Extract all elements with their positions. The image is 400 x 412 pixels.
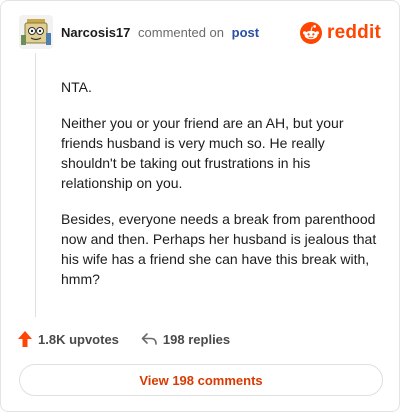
- view-comments-button[interactable]: View 198 comments: [19, 364, 383, 396]
- upvote-count: 1.8K upvotes: [38, 331, 119, 347]
- comment-paragraph: Besides, everyone needs a break from par…: [61, 211, 377, 287]
- upvote-button[interactable]: 1.8K upvotes: [18, 331, 119, 347]
- reddit-logo-icon: [300, 22, 323, 44]
- thread-line[interactable]: [35, 53, 36, 317]
- avatar[interactable]: [19, 15, 53, 49]
- action-text: commented on: [138, 25, 225, 40]
- reply-arrow-icon: [141, 333, 157, 345]
- avatar-icon: [19, 15, 53, 49]
- comment-paragraph: NTA.: [61, 79, 92, 95]
- comment-header: Narcosis17 commented on post: [61, 25, 259, 41]
- comment-card: Narcosis17 commented on post reddit NTA.…: [0, 0, 400, 412]
- username-link[interactable]: Narcosis17: [61, 25, 130, 40]
- comment-footer: 1.8K upvotes 198 replies: [18, 331, 230, 347]
- comment-body: NTA. Neither you or your friend are an A…: [61, 77, 381, 305]
- replies-button[interactable]: 198 replies: [141, 332, 230, 347]
- comment-paragraph: Neither you or your friend are an AH, bu…: [61, 115, 344, 191]
- reddit-wordmark: reddit: [327, 22, 381, 43]
- upvote-arrow-icon: [18, 331, 32, 347]
- post-link[interactable]: post: [232, 25, 259, 40]
- reddit-brand[interactable]: reddit: [300, 22, 381, 44]
- replies-count: 198 replies: [162, 331, 231, 347]
